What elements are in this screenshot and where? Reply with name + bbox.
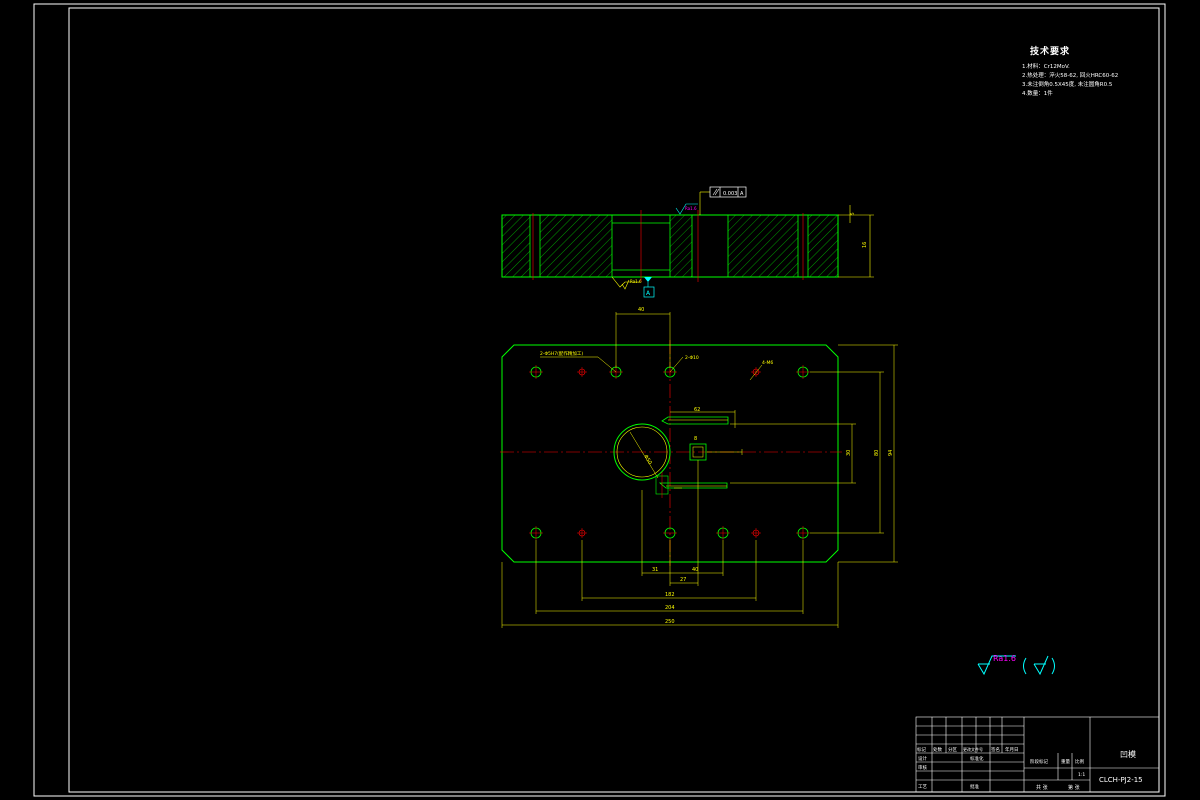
tb-label-count: 处数 (933, 746, 942, 753)
section-thickness-label: 16 (862, 242, 868, 248)
dim-slot-height: 30 (846, 450, 852, 456)
outer-frame (33, 3, 1166, 797)
tb-process: 工艺 (918, 784, 927, 790)
tb-sheet-total: 共 张 (1036, 784, 1048, 791)
section-view (501, 205, 874, 282)
hole-bottom-2 (577, 528, 587, 538)
inner-frame (68, 7, 1160, 793)
hole-callout-2: 2-Φ10 (685, 355, 699, 361)
hole-top-2 (577, 367, 587, 377)
hole-bottom-1 (529, 526, 543, 540)
requirement-line-2: 2.热处理：淬火58-62, 回火HRC60-62 (1022, 73, 1119, 79)
parallelism-value: 0.003 (723, 191, 737, 197)
hole-callout-1: 2-Φ5H7(配作精加工) (540, 350, 583, 357)
dim-plate-height-outer: 94 (888, 450, 894, 456)
tb-check: 审核 (918, 764, 927, 771)
datum-a-label: A (646, 290, 651, 297)
tb-sheet-num: 第 张 (1068, 784, 1080, 791)
dim-bottom-6: 250 (665, 619, 675, 625)
tb-stage-mark: 阶段标记 (1030, 758, 1048, 765)
parallelism-datum-ref: A (740, 191, 744, 197)
plan-dimension-lines (501, 312, 898, 628)
dim-small: 8 (694, 436, 697, 442)
general-roughness-value: Ra1.6 (993, 654, 1016, 663)
tb-standardization: 标准化 (970, 755, 984, 762)
hole-bottom-6 (796, 526, 810, 540)
dim-bottom-3: 40 (692, 567, 698, 573)
tb-label-mark: 标记 (917, 746, 926, 753)
tb-weight: 重量 (1061, 758, 1070, 765)
tb-label-date: 年月日 (1005, 746, 1019, 753)
tb-label-change-doc: 更改文件号 (963, 746, 983, 752)
die-slots (655, 416, 729, 498)
hole-bottom-5 (751, 528, 761, 538)
roughness-bottom-value: Ra1.6 (630, 279, 642, 284)
dim-bottom-4: 182 (665, 592, 675, 598)
dim-slot-length: 62 (694, 407, 700, 413)
hole-top-1 (529, 365, 543, 379)
hole-top-6 (796, 365, 810, 379)
cad-drawing-canvas: 16 5 0.003 A Ra1.6 A Ra1.6 Φ50 40 62 30 … (33, 3, 1166, 797)
dim-bottom-2: 27 (680, 577, 686, 583)
tb-label-zone: 分区 (948, 746, 957, 753)
technical-requirements-title: 技术要求 (1030, 47, 1071, 57)
part-name: 凹模 (1120, 749, 1136, 759)
tb-approve: 批准 (970, 783, 979, 790)
section-top-thickness-label: 5 (850, 212, 855, 215)
technical-requirements: 技术要求 1.材料：Cr12MoV. 2.热处理：淬火58-62, 回火HRC6… (1022, 44, 1118, 99)
dim-plate-height-inner: 80 (874, 450, 880, 456)
general-roughness-symbol (977, 655, 1055, 676)
dim-top-width: 40 (638, 307, 644, 313)
tb-scale-value: 1:1 (1078, 772, 1085, 778)
dim-bottom-1: 31 (652, 567, 658, 573)
tb-label-signature: 签名 (991, 746, 1000, 753)
requirement-line-4: 4.数量：1件 (1022, 91, 1053, 97)
circle-diameter-label: Φ50 (642, 454, 653, 466)
dim-bottom-5: 204 (665, 605, 675, 611)
requirement-line-3: 3.未注倒角0.5X45度, 未注圆角R0.5 (1022, 82, 1113, 88)
tb-ratio: 比例 (1075, 758, 1084, 765)
requirement-line-1: 1.材料：Cr12MoV. (1022, 64, 1070, 70)
drawing-number: CLCH-PJ2-15 (1099, 776, 1143, 784)
hole-bottom-4 (716, 526, 730, 540)
tb-design: 设计 (918, 755, 927, 762)
roughness-top-value: Ra1.6 (685, 206, 697, 211)
hole-callout-3: 4-M6 (762, 360, 773, 366)
